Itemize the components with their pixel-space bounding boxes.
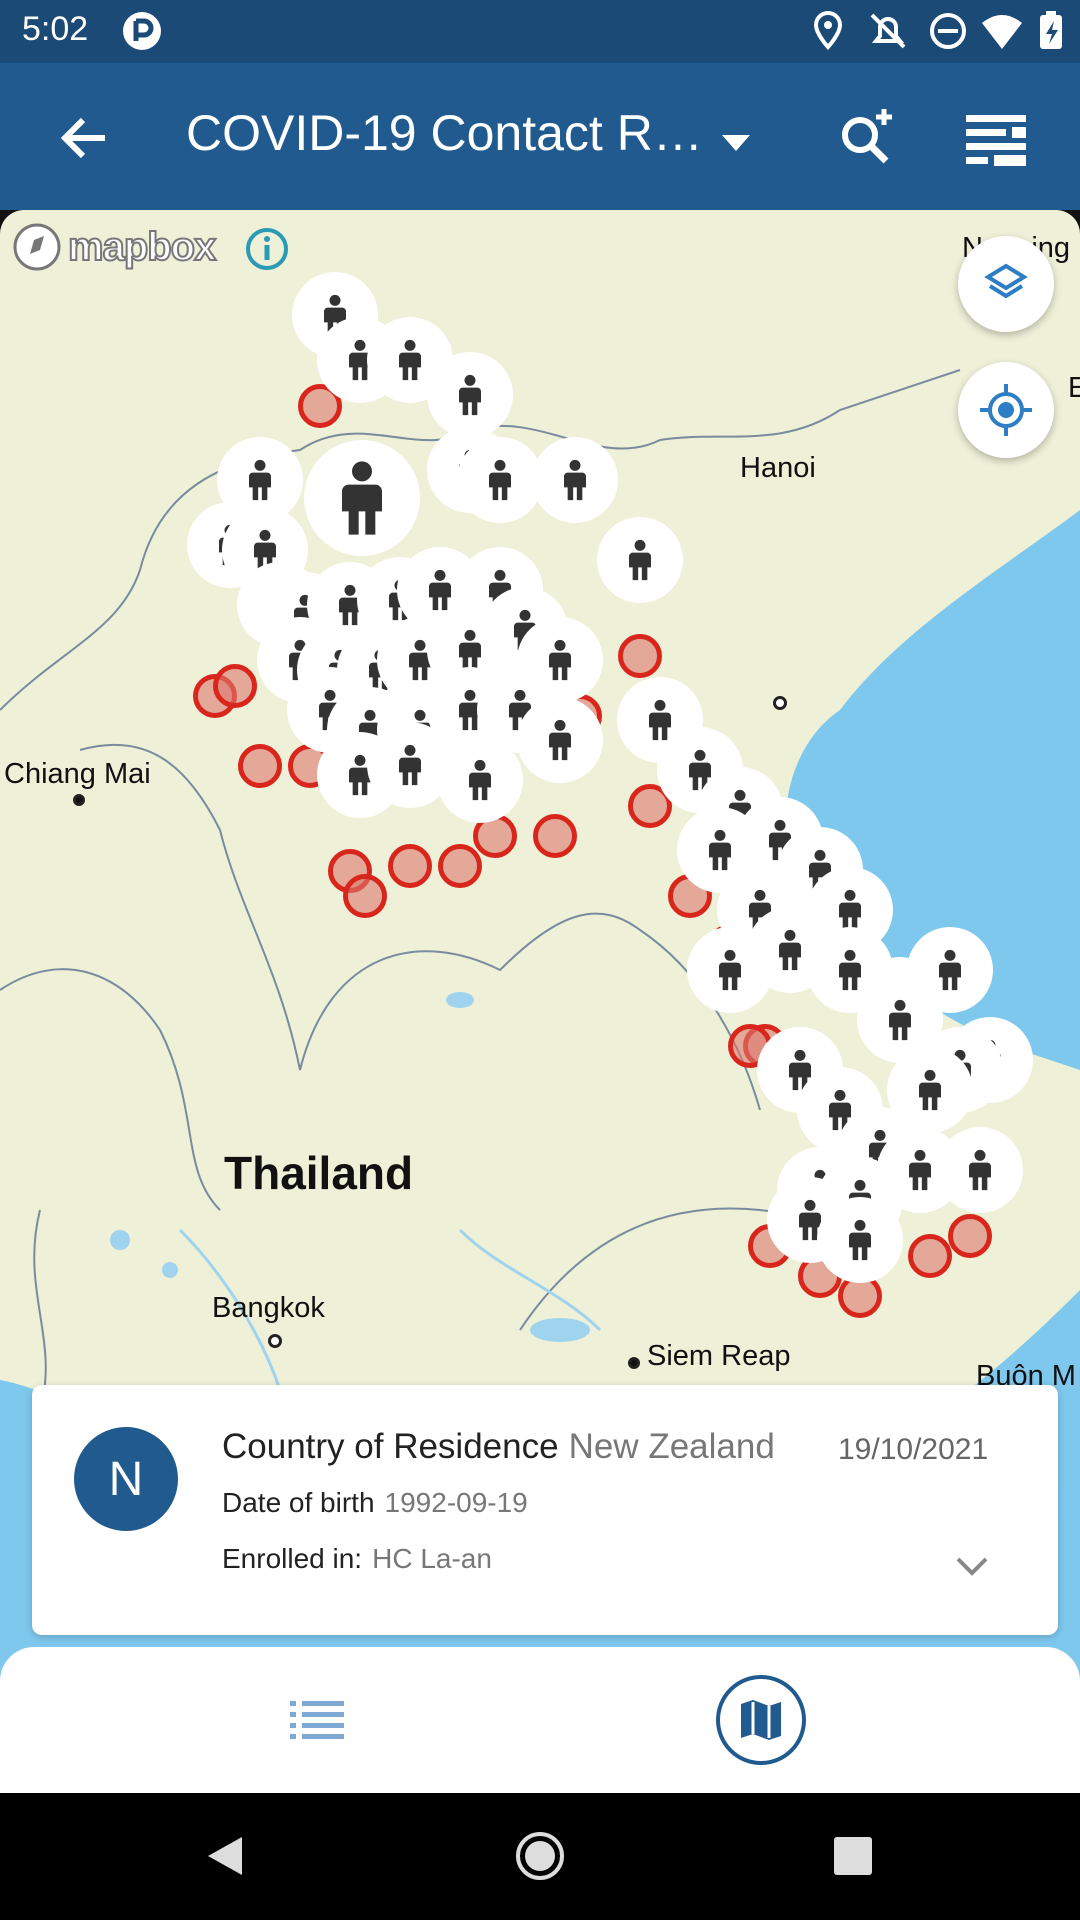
person-icon	[399, 339, 421, 381]
person-marker[interactable]	[817, 1197, 903, 1283]
info-icon[interactable]	[244, 226, 290, 272]
dropdown-icon[interactable]	[716, 123, 756, 163]
person-icon	[342, 461, 382, 535]
person-icon	[889, 999, 911, 1041]
marker-ring	[238, 744, 282, 788]
card-date: 19/10/2021	[838, 1433, 989, 1466]
marker-ring	[343, 874, 387, 918]
marker-ring	[948, 1214, 992, 1258]
mapbox-logo-icon	[13, 223, 61, 271]
page-title[interactable]: COVID-19 Contact R…	[186, 104, 706, 162]
person-icon	[779, 929, 801, 971]
notifications-off-icon	[870, 13, 906, 49]
person-marker[interactable]	[427, 352, 513, 438]
city-dot-chiang-mai	[73, 794, 85, 806]
contact-card[interactable]: N Country of Residence New Zealand 19/10/…	[32, 1385, 1058, 1635]
person-icon	[969, 1149, 991, 1191]
chevron-down-icon[interactable]	[952, 1545, 992, 1585]
map-label-hanoi: Hanoi	[740, 452, 816, 484]
marker-ring	[213, 664, 257, 708]
dob-value: 1992-09-19	[384, 1487, 528, 1518]
city-dot-hanoi	[773, 696, 787, 710]
status-bar: 5:02	[0, 0, 1080, 63]
mapbox-attribution-text: mapbox	[67, 224, 217, 270]
dob-row: Date of birth 1992-09-19	[222, 1487, 528, 1519]
person-icon	[459, 629, 481, 671]
home-nav-icon[interactable]	[515, 1831, 565, 1881]
person-icon	[919, 1069, 941, 1111]
person-marker[interactable]	[597, 517, 683, 603]
person-marker[interactable]	[457, 437, 543, 523]
person-marker-selected[interactable]	[304, 440, 420, 556]
status-time: 5:02	[22, 10, 89, 48]
marker-ring	[908, 1234, 952, 1278]
enrolled-value: HC La-an	[372, 1543, 492, 1574]
person-icon	[399, 744, 421, 786]
map-tab-button[interactable]	[716, 1675, 806, 1765]
search-add-icon[interactable]	[836, 105, 900, 169]
person-icon	[839, 889, 861, 931]
map-label-edge: E	[1068, 372, 1080, 404]
back-nav-icon[interactable]	[200, 1831, 250, 1881]
person-marker[interactable]	[532, 437, 618, 523]
battery-charging-icon	[1040, 11, 1062, 49]
city-dot-siem-reap	[628, 1357, 640, 1369]
map-label-bangkok: Bangkok	[212, 1292, 325, 1324]
person-icon	[469, 759, 491, 801]
person-icon	[939, 949, 961, 991]
enrolled-row: Enrolled in: HC La-an	[222, 1543, 492, 1575]
person-icon	[429, 569, 451, 611]
person-icon	[564, 459, 586, 501]
enrolled-label: Enrolled in:	[222, 1543, 363, 1574]
marker-ring	[533, 814, 577, 858]
person-icon	[459, 374, 481, 416]
city-dot-bangkok	[268, 1334, 282, 1348]
back-arrow-icon[interactable]	[55, 108, 115, 168]
app-bar: COVID-19 Contact R…	[0, 63, 1080, 210]
mapbox-logo: mapbox	[12, 222, 217, 272]
person-marker[interactable]	[517, 697, 603, 783]
map-label-chiang-mai: Chiang Mai	[4, 758, 151, 790]
list-icon[interactable]	[290, 1695, 344, 1745]
my-location-button[interactable]	[958, 362, 1054, 458]
person-icon	[549, 719, 571, 761]
layers-icon	[984, 263, 1028, 299]
person-marker[interactable]	[857, 977, 943, 1063]
location-icon	[813, 10, 843, 50]
person-icon	[629, 539, 651, 581]
marker-ring	[388, 844, 432, 888]
avatar: N	[74, 1427, 178, 1531]
country-label: Country of Residence	[222, 1427, 559, 1466]
bottom-navigation	[0, 1647, 1080, 1793]
layers-button[interactable]	[958, 236, 1054, 332]
marker-ring	[618, 634, 662, 678]
map-label-siem-reap: Siem Reap	[647, 1340, 791, 1372]
dob-label: Date of birth	[222, 1487, 375, 1518]
person-marker[interactable]	[937, 1127, 1023, 1213]
map-label-thailand: Thailand	[224, 1147, 414, 1199]
recents-nav-icon[interactable]	[828, 1831, 878, 1881]
app-notification-icon	[123, 12, 161, 50]
person-icon	[709, 829, 731, 871]
country-row: Country of Residence New Zealand	[222, 1427, 775, 1467]
country-value: New Zealand	[568, 1427, 775, 1466]
my-location-icon	[980, 384, 1032, 436]
do-not-disturb-icon	[930, 13, 966, 49]
map-icon	[741, 1700, 781, 1740]
person-icon	[909, 1149, 931, 1191]
marker-ring	[438, 844, 482, 888]
person-icon	[489, 459, 511, 501]
person-icon	[849, 1219, 871, 1261]
system-navigation-bar	[0, 1793, 1080, 1920]
person-icon	[249, 459, 271, 501]
person-marker[interactable]	[437, 737, 523, 823]
wifi-icon	[982, 15, 1022, 49]
filter-icon[interactable]	[960, 107, 1030, 171]
person-icon	[719, 949, 741, 991]
